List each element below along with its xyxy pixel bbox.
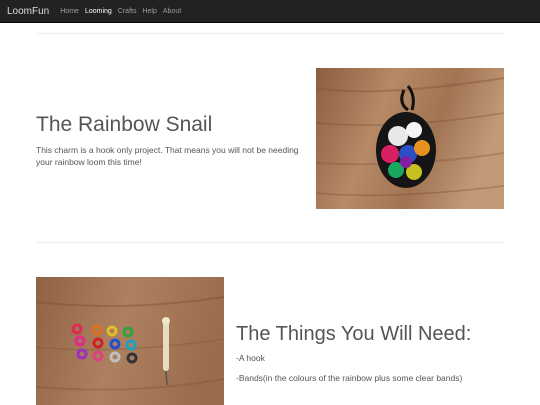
nav-link-about[interactable]: About [163, 8, 181, 15]
nav-link-home[interactable]: Home [60, 8, 79, 15]
bands-and-hook-photo [36, 277, 224, 405]
featurette-divider-middle [36, 242, 504, 243]
rainbow-snail-charm-icon [316, 68, 504, 209]
featurette-divider-top [36, 33, 504, 34]
nav-link-crafts[interactable]: Crafts [118, 8, 137, 15]
feature2-title: The Things You Will Need: [236, 323, 472, 345]
rainbow-snail-photo [316, 68, 504, 209]
top-navbar: LoomFun Home Looming Crafts Help About [0, 0, 540, 23]
needed-item-bands: -Bands(in the colours of the rainbow plu… [236, 373, 463, 383]
nav-link-help[interactable]: Help [142, 8, 156, 15]
feature1-description: This charm is a hook only project. That … [36, 145, 299, 167]
nav-link-looming[interactable]: Looming [85, 8, 112, 15]
needed-item-hook: -A hook [236, 353, 265, 363]
feature1-title: The Rainbow Snail [36, 113, 213, 136]
brand-logo[interactable]: LoomFun [7, 6, 49, 17]
bands-and-hook-icon [36, 277, 224, 405]
